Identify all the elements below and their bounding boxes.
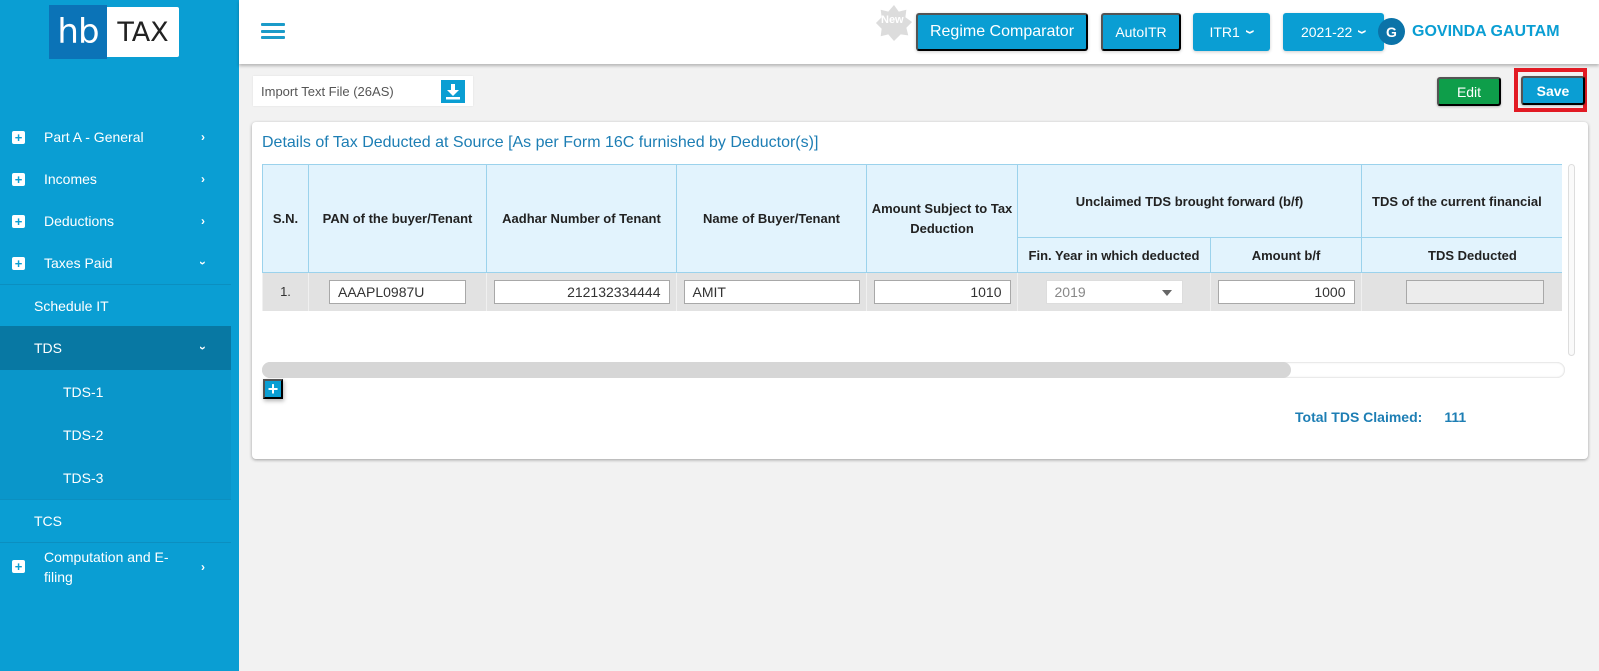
- header-amount-bf: Amount b/f: [1210, 237, 1362, 273]
- chevron-down-icon: ›: [196, 261, 210, 265]
- plus-square-icon: +: [12, 130, 25, 144]
- sidebar-item-deductions[interactable]: + Deductions ›: [0, 200, 231, 242]
- tds-table-scroll[interactable]: S.N. PAN of the buyer/Tenant Aadhar Numb…: [262, 164, 1562, 354]
- autoitr-button[interactable]: AutoITR: [1101, 13, 1181, 51]
- import-text-file-label: Import Text File (26AS): [261, 83, 394, 99]
- header-name: Name of Buyer/Tenant: [676, 164, 867, 273]
- plus-square-icon: +: [12, 560, 25, 573]
- total-tds-value: 111: [1444, 409, 1467, 425]
- tds-card: Details of Tax Deducted at Source [As pe…: [252, 122, 1588, 459]
- new-badge: New: [875, 4, 913, 42]
- header-fin-year: Fin. Year in which deducted: [1017, 237, 1211, 273]
- sidebar-item-tcs[interactable]: TCS: [0, 499, 231, 542]
- sidebar-item-label: TDS: [34, 340, 62, 356]
- itr-form-value: ITR1: [1209, 24, 1240, 40]
- sidebar-item-schedule-it[interactable]: Schedule IT: [0, 284, 231, 326]
- new-badge-label: New: [881, 14, 904, 26]
- sidebar-item-label: Taxes Paid: [44, 255, 113, 271]
- regime-comparator-button[interactable]: Regime Comparator: [916, 13, 1088, 51]
- horizontal-scrollbar[interactable]: [262, 362, 1565, 378]
- sidebar-nav: + Part A - General › + Incomes › + Deduc…: [0, 116, 231, 590]
- fin-year-select[interactable]: 2019: [1045, 279, 1183, 304]
- total-tds-label: Total TDS Claimed:: [1295, 409, 1423, 425]
- cell-sn: 1.: [262, 272, 309, 311]
- tds-table: S.N. PAN of the buyer/Tenant Aadhar Numb…: [262, 164, 1562, 311]
- hamburger-menu-icon[interactable]: [261, 23, 285, 39]
- header-sn: S.N.: [262, 164, 309, 273]
- sidebar-item-label: Schedule IT: [34, 297, 109, 314]
- caret-down-icon: [1161, 289, 1172, 296]
- save-highlight-box: Save: [1514, 68, 1587, 112]
- header-aadhar: Aadhar Number of Tenant: [486, 164, 677, 273]
- user-menu[interactable]: G GOVINDA GAUTAM: [1378, 18, 1560, 45]
- header-unclaimed-group: Unclaimed TDS brought forward (b/f): [1017, 164, 1362, 238]
- import-text-file[interactable]: Import Text File (26AS): [253, 76, 473, 106]
- sidebar: hb TAX + Part A - General › + Incomes › …: [0, 0, 239, 671]
- chevron-right-icon: ›: [201, 559, 205, 574]
- save-button[interactable]: Save: [1521, 76, 1585, 105]
- plus-icon: +: [267, 378, 279, 399]
- pan-input[interactable]: AAAPL0987U: [329, 279, 466, 304]
- plus-square-icon: +: [12, 214, 25, 228]
- chevron-right-icon: ›: [201, 130, 205, 144]
- sidebar-item-label: Deductions: [44, 213, 115, 229]
- assessment-year-value: 2021-22: [1300, 24, 1353, 40]
- chevron-down-icon: ›: [1352, 29, 1375, 35]
- logo-tax: TAX: [107, 7, 179, 57]
- amount-bf-input[interactable]: 1000: [1217, 279, 1355, 304]
- header-current-group: TDS of the current financial: [1361, 164, 1562, 238]
- sidebar-item-part-a-general[interactable]: + Part A - General ›: [0, 116, 231, 158]
- user-name: GOVINDA GAUTAM: [1412, 22, 1560, 40]
- download-icon[interactable]: [441, 80, 465, 103]
- total-tds-claimed: Total TDS Claimed: 111: [1295, 409, 1466, 425]
- horizontal-scrollbar-thumb[interactable]: [262, 362, 1292, 378]
- amount-subject-input[interactable]: 1010: [873, 279, 1011, 304]
- sidebar-item-label: TDS-1: [63, 383, 104, 400]
- sidebar-item-tds[interactable]: TDS ›: [0, 326, 231, 370]
- fin-year-value: 2019: [1054, 283, 1086, 300]
- plus-square-icon: +: [12, 256, 25, 270]
- logo-hb: hb: [49, 5, 107, 59]
- chevron-down-icon: ›: [196, 346, 210, 350]
- sidebar-item-tds-2[interactable]: TDS-2: [0, 413, 231, 456]
- header-pan: PAN of the buyer/Tenant: [308, 164, 487, 273]
- sidebar-item-tds-1[interactable]: TDS-1: [0, 370, 231, 413]
- vertical-scrollbar[interactable]: [1568, 164, 1575, 356]
- avatar: G: [1378, 18, 1405, 45]
- chevron-right-icon: ›: [201, 214, 205, 228]
- tds-submenu: TDS-1 TDS-2 TDS-3: [0, 370, 231, 499]
- sidebar-item-label: Incomes: [44, 171, 97, 187]
- chevron-right-icon: ›: [201, 172, 205, 186]
- sidebar-item-computation-efiling[interactable]: + Computation and E-filing ›: [0, 542, 231, 590]
- table-row: 1. AAAPL0987U 212132334444 AMIT 1010 201…: [262, 272, 1562, 311]
- topbar: Regime Comparator New AutoITR ITR1 › 202…: [239, 0, 1599, 64]
- assessment-year-dropdown[interactable]: 2021-22 ›: [1283, 13, 1384, 51]
- add-row-button[interactable]: +: [263, 379, 283, 399]
- sidebar-item-label: TDS-3: [63, 469, 104, 486]
- sidebar-item-incomes[interactable]: + Incomes ›: [0, 158, 231, 200]
- header-tds-deducted: TDS Deducted: [1361, 237, 1562, 273]
- chevron-down-icon: ›: [1239, 29, 1263, 35]
- card-title: Details of Tax Deducted at Source [As pe…: [262, 134, 819, 151]
- plus-square-icon: +: [12, 172, 25, 186]
- sidebar-item-label: TDS-2: [63, 426, 104, 443]
- hbtax-logo[interactable]: hb TAX: [49, 5, 179, 59]
- sidebar-item-label: TCS: [34, 513, 62, 529]
- sidebar-item-label: Part A - General: [44, 129, 144, 145]
- header-amount-subject: Amount Subject to Tax Deduction: [866, 164, 1018, 273]
- edit-button[interactable]: Edit: [1437, 77, 1501, 106]
- sidebar-item-label: Computation and E-filing: [44, 548, 169, 585]
- tds-deducted-input[interactable]: [1406, 279, 1544, 304]
- buyer-name-input[interactable]: AMIT: [683, 279, 860, 304]
- itr-form-dropdown[interactable]: ITR1 ›: [1193, 13, 1270, 51]
- aadhar-input[interactable]: 212132334444: [493, 279, 670, 304]
- sidebar-item-tds-3[interactable]: TDS-3: [0, 456, 231, 499]
- sidebar-item-taxes-paid[interactable]: + Taxes Paid ›: [0, 242, 231, 284]
